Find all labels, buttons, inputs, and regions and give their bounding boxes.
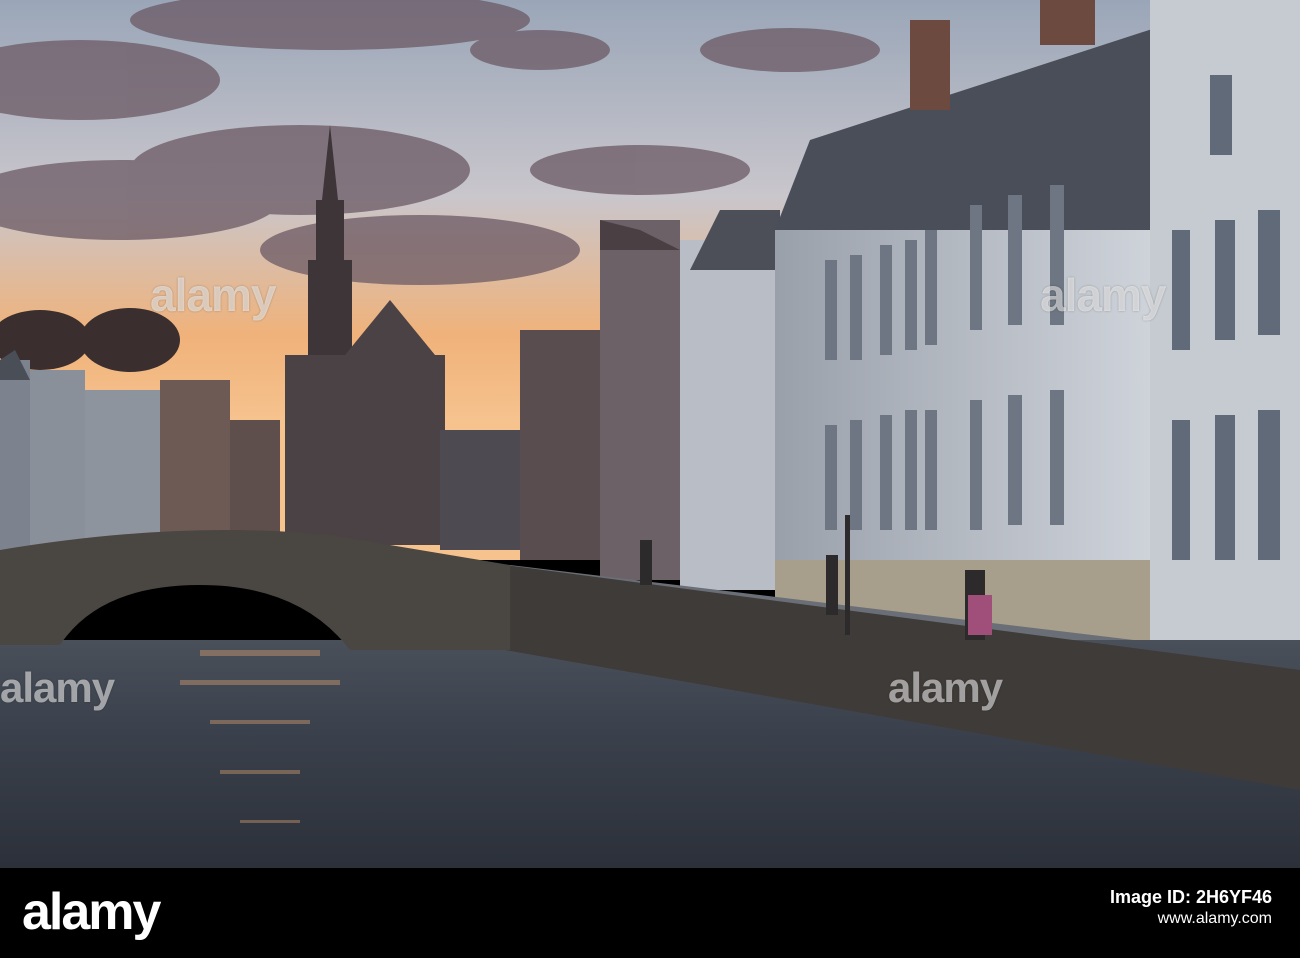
- image-id: Image ID: 2H6YF46: [1109, 887, 1272, 907]
- photo: alamy alamy alamy alamy: [0, 0, 1300, 868]
- footer-bar: alamy Image ID: 2H6YF46 www.alamy.com: [0, 868, 1300, 958]
- alamy-logo: alamy: [22, 883, 161, 941]
- pink-stroller: [968, 595, 992, 635]
- canal-scene: [0, 0, 1300, 868]
- site-url: www.alamy.com: [1157, 910, 1272, 927]
- image-meta: Image ID: 2H6YF46 www.alamy.com: [1110, 886, 1272, 930]
- right-house: [1150, 0, 1300, 660]
